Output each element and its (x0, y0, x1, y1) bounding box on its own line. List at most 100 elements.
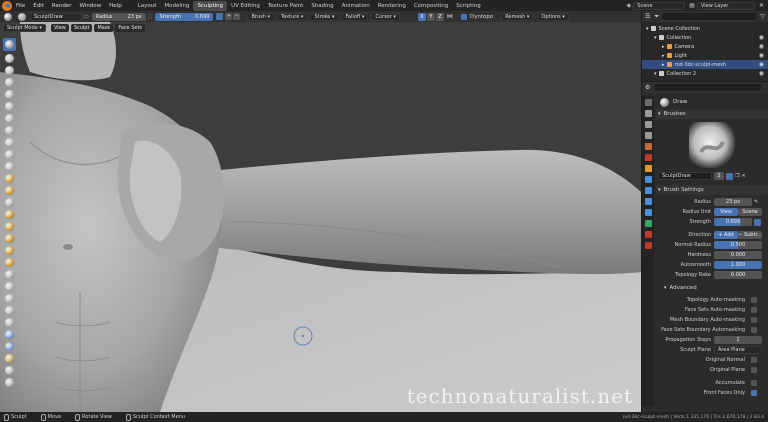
tool-crease-icon[interactable] (5, 126, 14, 135)
automask-checkbox[interactable] (751, 297, 757, 303)
accumulate-checkbox[interactable] (751, 380, 757, 386)
tool-annotate-icon[interactable] (5, 378, 14, 387)
original-plane-checkbox[interactable] (751, 367, 757, 373)
brush-preview-icon[interactable] (18, 12, 26, 21)
expand-arrow-icon[interactable]: ▾ (654, 71, 657, 77)
outliner-item-rod-3dc-sculpt-mesh[interactable]: ▸ rod-3dc-sculpt-mesh ◉ (642, 60, 768, 69)
unlink-icon[interactable]: ✕ (741, 173, 745, 179)
brush-datablock-field[interactable]: SculptDraw (658, 172, 712, 180)
tool-menu-texture[interactable]: Texture ▾ (277, 12, 308, 21)
remesh-dropdown[interactable]: Remesh ▾ (501, 12, 534, 21)
options-dropdown[interactable]: Options ▾ (537, 12, 569, 21)
properties-search-input[interactable] (654, 84, 761, 91)
symmetry-icon[interactable]: ⋈ (447, 13, 453, 20)
particles-tab-icon[interactable] (644, 187, 652, 194)
menu-render[interactable]: Render (48, 1, 76, 11)
expand-arrow-icon[interactable]: ▸ (662, 53, 665, 59)
tab-scripting[interactable]: Scripting (452, 1, 484, 11)
tool-fill-icon[interactable] (5, 162, 14, 171)
tool-menu-cursor[interactable]: Cursor ▾ (371, 12, 400, 21)
tool-layer-icon[interactable] (5, 90, 14, 99)
tab-modeling[interactable]: Modeling (160, 1, 193, 11)
tool-smooth-icon[interactable] (5, 138, 14, 147)
viewport-menu-mask[interactable]: Mask (94, 24, 114, 32)
brush-sphere-icon[interactable] (4, 12, 12, 21)
tab-sculpting[interactable]: Sculpting (193, 0, 228, 11)
advanced-section-header[interactable]: ▾ Advanced (656, 283, 768, 293)
tool-flatten-icon[interactable] (5, 150, 14, 159)
strength-pressure-icon[interactable] (216, 13, 224, 20)
close-icon[interactable]: ✕ (759, 2, 764, 9)
tool-elastic-deform-icon[interactable] (5, 222, 14, 231)
visibility-eye-icon[interactable]: ◉ (759, 52, 764, 59)
properties-editor-icon[interactable]: ⚙ (645, 84, 650, 91)
tab-compositing[interactable]: Compositing (410, 1, 452, 11)
sculpt-plane-dropdown[interactable]: Area Plane (714, 346, 762, 354)
viewport-menu-face-sets[interactable]: Face Sets (115, 24, 146, 32)
strength-field[interactable]: 0.699 (714, 218, 752, 226)
tool-clay-strips-icon[interactable] (5, 66, 14, 75)
tool-face-set-icon[interactable] (5, 354, 14, 363)
visibility-eye-icon[interactable]: ◉ (759, 70, 764, 77)
visibility-eye-icon[interactable]: ◉ (759, 61, 764, 68)
tool-pose-icon[interactable] (5, 258, 14, 267)
menu-help[interactable]: Help (105, 1, 126, 11)
scene-selector[interactable]: Scene (633, 1, 686, 10)
pressure-icon[interactable]: ✎ (754, 199, 758, 205)
automask-checkbox[interactable] (751, 307, 757, 313)
tab-rendering[interactable]: Rendering (374, 1, 410, 11)
visibility-eye-icon[interactable]: ◉ (759, 34, 764, 41)
tab-shading[interactable]: Shading (307, 1, 337, 11)
viewport-menu-sculpt[interactable]: Sculpt (70, 24, 93, 32)
world-tab-icon[interactable] (644, 154, 652, 161)
viewport-menu-view[interactable]: View (50, 24, 69, 32)
expand-arrow-icon[interactable]: ▸ (662, 44, 665, 50)
output-tab-icon[interactable] (644, 121, 652, 128)
tool-simplify-icon[interactable] (5, 318, 14, 327)
viewport[interactable]: Sculpt Mode ▾ View Sculpt Mask Face Sets te… (0, 22, 641, 412)
object-tab-icon[interactable] (644, 165, 652, 172)
outliner-item-scene-collection[interactable]: ▾ Scene Collection (642, 24, 768, 33)
physics-tab-icon[interactable] (644, 198, 652, 205)
tool-multiplane-scrape-icon[interactable] (5, 186, 14, 195)
tool-scrape-icon[interactable] (5, 174, 14, 183)
tool-menu-stroke[interactable]: Stroke ▾ (310, 12, 339, 21)
tab-layout[interactable]: Layout (134, 1, 161, 11)
original-normal-checkbox[interactable] (751, 357, 757, 363)
visibility-eye-icon[interactable]: ◉ (759, 43, 764, 50)
render-tab-icon[interactable] (644, 110, 652, 117)
tool-cloth-icon[interactable] (5, 306, 14, 315)
outliner-search-input[interactable] (662, 13, 758, 20)
outliner-item-collection[interactable]: ▾ Collection ◉ (642, 33, 768, 42)
front-faces-only-checkbox[interactable] (751, 390, 757, 396)
axis-y-button[interactable]: Y (426, 12, 435, 21)
expand-arrow-icon[interactable]: ▸ (662, 62, 665, 68)
radius-unit-view[interactable]: View (714, 208, 738, 216)
radius-field[interactable]: 23 px (714, 198, 752, 206)
radius-unit-scene[interactable]: Scene (738, 208, 762, 216)
tool-rotate-icon[interactable] (5, 282, 14, 291)
radius-field[interactable]: Radius 23 px (91, 12, 146, 21)
automask-checkbox[interactable] (751, 317, 757, 323)
brush-thumbnail[interactable] (689, 122, 735, 168)
tool-snake-hook-icon[interactable] (5, 234, 14, 243)
outliner-editor-icon[interactable]: ☰ (645, 13, 650, 20)
axis-x-button[interactable]: X (417, 12, 426, 21)
dyntopo-label[interactable]: Dyntopo (470, 14, 493, 20)
duplicate-icon[interactable]: ❐ (735, 173, 739, 179)
blender-logo-icon[interactable] (2, 0, 12, 11)
tool-mask-icon[interactable] (5, 330, 14, 339)
tool-menu-falloff[interactable]: Falloff ▾ (341, 12, 369, 21)
material-tab-icon[interactable] (644, 231, 652, 238)
view-layer-tab-icon[interactable] (644, 132, 652, 139)
tool-slide-relax-icon[interactable] (5, 294, 14, 303)
dyntopo-checkbox[interactable] (460, 13, 467, 20)
tool-nudge-icon[interactable] (5, 270, 14, 279)
normal-radius-field[interactable]: 0.500 (714, 241, 762, 249)
tab-animation[interactable]: Animation (338, 1, 374, 11)
tab-texture-paint[interactable]: Texture Paint (264, 1, 308, 11)
tool-pinch-icon[interactable] (5, 198, 14, 207)
tool-grab-icon[interactable] (5, 210, 14, 219)
fake-user-icon[interactable] (726, 172, 733, 180)
tool-blob-icon[interactable] (5, 114, 14, 123)
